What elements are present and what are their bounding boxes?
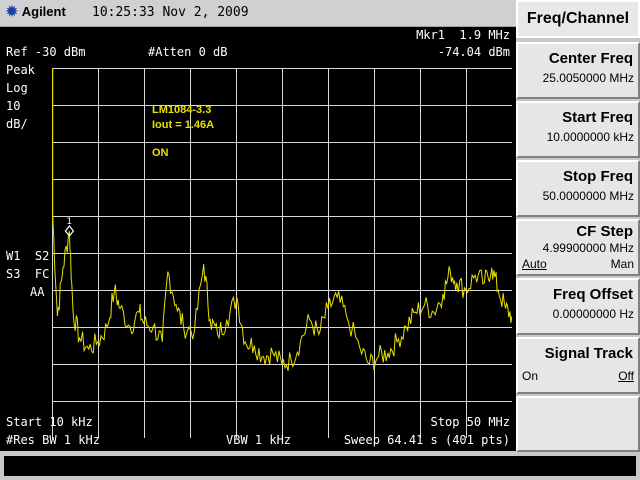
scale-value: 10 <box>6 99 21 113</box>
center-freq-value: 25.0050000 MHz <box>542 71 634 85</box>
attenuation: #Atten 0 dB <box>148 45 228 59</box>
signal-track-on-option: On <box>522 369 539 383</box>
center-freq-label: Center Freq <box>548 50 633 67</box>
blank-softkey[interactable] <box>516 396 640 452</box>
start-freq-softkey[interactable]: Start Freq 10.0000000 kHz <box>516 101 640 158</box>
annotation-device: LM1084-3.3 <box>152 104 212 116</box>
marker-label: Mkr1 1.9 MHz <box>416 28 510 42</box>
trace-status-w1: W1 S2 <box>6 249 50 263</box>
marker-value: -74.04 dBm <box>437 45 510 59</box>
resolution-bandwidth: #Res BW 1 kHz <box>6 433 100 447</box>
cf-step-label: CF Step <box>576 223 633 240</box>
trace-status-aa: AA <box>30 285 45 299</box>
cf-step-man-option: Man <box>610 257 634 271</box>
scale-unit: dB/ <box>6 117 28 131</box>
signal-track-softkey[interactable]: Signal Track On Off <box>516 337 640 394</box>
freq-offset-softkey[interactable]: Freq Offset 0.00000000 Hz <box>516 278 640 335</box>
freq-offset-label: Freq Offset <box>552 286 633 303</box>
stop-freq-softkey[interactable]: Stop Freq 50.0000000 MHz <box>516 160 640 217</box>
cf-step-softkey[interactable]: CF Step 4.99900000 MHz Auto Man <box>516 219 640 276</box>
trace-status-s3: S3 FC <box>6 267 50 281</box>
ref-level: Ref -30 dBm <box>6 45 86 59</box>
datetime: 10:25:33 Nov 2, 2009 <box>92 5 249 20</box>
stop-freq-label: Stop Freq <box>563 168 633 185</box>
softkey-panel: Freq/Channel Center Freq 25.0050000 MHz … <box>516 0 640 452</box>
title-bar: ✹ Agilent 10:25:33 Nov 2, 2009 <box>0 0 516 27</box>
menu-title: Freq/Channel <box>516 0 640 38</box>
marker-number: 1 <box>66 217 72 227</box>
annotation-current: Iout = 1.46A <box>152 119 215 131</box>
start-freq-value: 10.0000000 kHz <box>546 130 634 144</box>
spectrum-plot: 1 <box>52 68 512 438</box>
freq-offset-value: 0.00000000 Hz <box>552 307 634 321</box>
cf-step-auto-option: Auto <box>522 257 547 271</box>
signal-track-label: Signal Track <box>544 345 633 362</box>
agilent-logo: ✹ Agilent <box>6 3 66 20</box>
video-bandwidth: VBW 1 kHz <box>226 433 292 447</box>
signal-track-off-option: Off <box>618 369 634 383</box>
spark-icon: ✹ <box>6 3 18 19</box>
analyzer-display: Mkr1 1.9 MHz -74.04 dBm Ref -30 dBm #Att… <box>0 27 516 451</box>
detector-mode: Peak <box>6 63 35 77</box>
center-freq-softkey[interactable]: Center Freq 25.0050000 MHz <box>516 42 640 99</box>
sweep-time: Sweep 64.41 s (401 pts) <box>343 433 510 447</box>
start-freq-label: Start Freq <box>562 109 633 126</box>
status-bar <box>4 456 636 476</box>
brand-name: Agilent <box>21 4 66 19</box>
start-frequency: Start 10 kHz <box>6 415 93 429</box>
scale-type: Log <box>6 81 28 95</box>
stop-freq-value: 50.0000000 MHz <box>542 189 634 203</box>
stop-frequency: Stop 50 MHz <box>430 415 510 429</box>
annotation-state: ON <box>152 147 169 159</box>
cf-step-value: 4.99900000 MHz <box>542 241 634 255</box>
